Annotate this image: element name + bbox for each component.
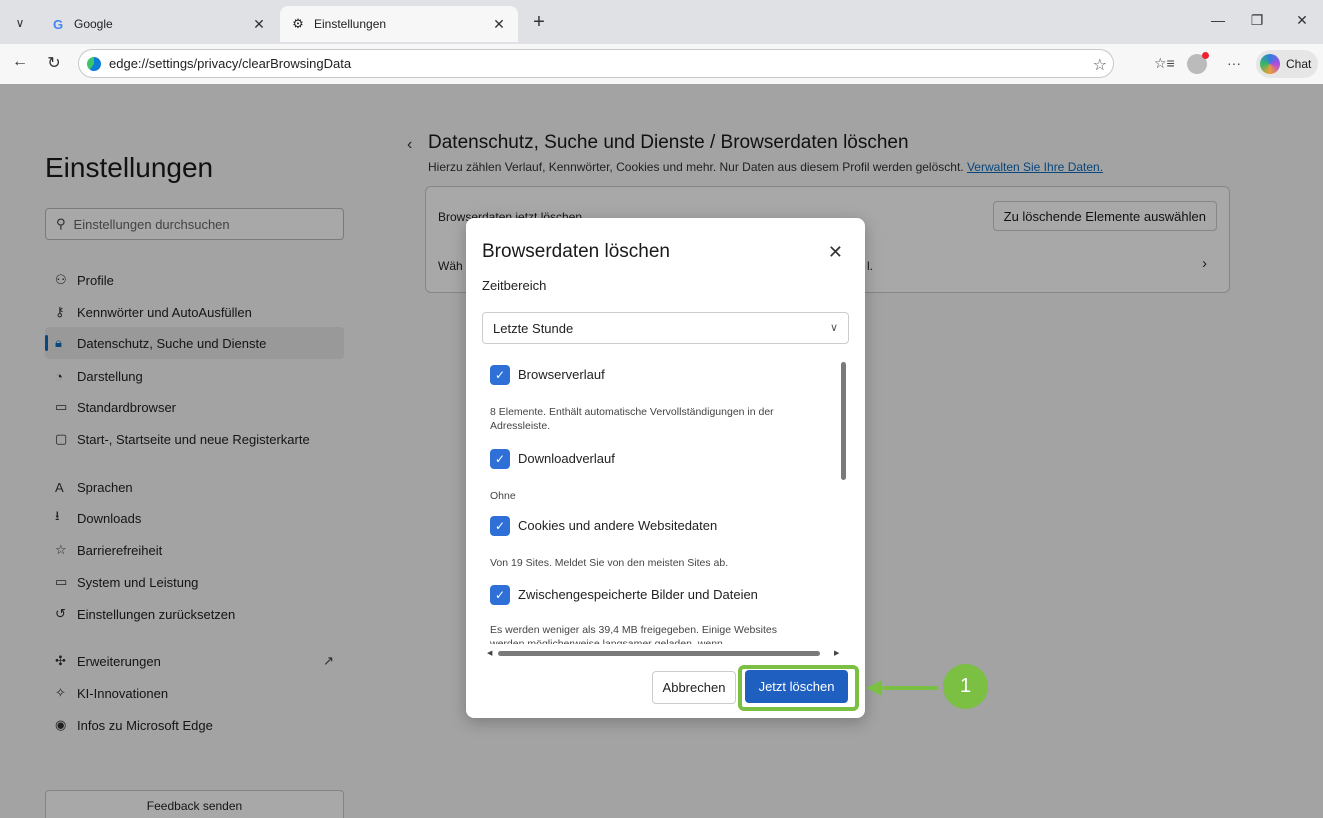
refresh-icon[interactable]: ↻ [43, 53, 65, 73]
option-label: Downloadverlauf [518, 451, 615, 466]
close-icon[interactable]: ✕ [828, 242, 843, 263]
close-tab-icon[interactable]: ✕ [490, 16, 508, 33]
favorite-star-icon[interactable]: ☆ [1093, 55, 1107, 75]
gear-icon: ⚙ [292, 16, 304, 31]
step-badge: 1 [943, 664, 988, 709]
tab-title: Google [74, 17, 113, 31]
time-range-select[interactable]: Letzte Stunde ∨ [482, 312, 849, 344]
checkbox-checked-icon[interactable]: ✓ [490, 516, 510, 536]
checkbox-checked-icon[interactable]: ✓ [490, 365, 510, 385]
vertical-scrollbar[interactable] [841, 362, 846, 480]
options-list[interactable]: ✓ Browserverlauf 8 Elemente. Enthält aut… [482, 356, 837, 644]
clear-now-button[interactable]: Jetzt löschen [745, 670, 848, 703]
copilot-icon [1260, 54, 1280, 74]
tab-actions-chevron-icon[interactable]: ∨ [8, 11, 32, 35]
more-icon[interactable]: ··· [1227, 55, 1241, 71]
google-icon: G [52, 16, 64, 32]
address-bar[interactable]: edge://settings/privacy/clearBrowsingDat… [78, 49, 1114, 78]
tab-title: Einstellungen [314, 17, 387, 31]
arrow-line [880, 686, 938, 690]
dialog-title: Browserdaten löschen [482, 241, 670, 262]
restore-icon[interactable]: ❐ [1245, 12, 1269, 29]
chevron-down-icon: ∨ [829, 322, 838, 334]
back-icon[interactable]: ← [9, 53, 31, 71]
option-description: Es werden weniger als 39,4 MB freigegebe… [490, 624, 777, 644]
cancel-button[interactable]: Abbrechen [652, 671, 736, 704]
close-tab-icon[interactable]: ✕ [250, 16, 268, 33]
chat-button[interactable]: Chat [1256, 50, 1318, 78]
chat-label: Chat [1286, 57, 1312, 71]
option-description: Von 19 Sites. Meldet Sie von den meisten… [490, 557, 729, 569]
time-range-label: Zeitbereich [482, 278, 547, 293]
avatar[interactable] [1187, 52, 1209, 74]
scroll-left-icon[interactable]: ◀ [487, 649, 492, 657]
tab-bar: ∨ G Google ✕ ⚙ Einstellungen ✕ + — ❐ ✕ [0, 0, 1323, 44]
minimize-icon[interactable]: — [1206, 12, 1230, 28]
tab-google[interactable]: G Google ✕ [40, 6, 278, 42]
option-description: Ohne [490, 490, 516, 502]
new-tab-icon[interactable]: + [528, 12, 550, 32]
browser-toolbar: ← ↻ edge://settings/privacy/clearBrowsin… [0, 44, 1323, 84]
tab-settings[interactable]: ⚙ Einstellungen ✕ [280, 6, 518, 42]
option-label: Zwischengespeicherte Bilder und Dateien [518, 587, 758, 602]
horizontal-scrollbar[interactable] [498, 651, 820, 656]
address-url: edge://settings/privacy/clearBrowsingDat… [109, 56, 352, 71]
favorites-icon[interactable]: ☆≡ [1154, 55, 1175, 72]
time-range-value: Letzte Stunde [493, 320, 574, 336]
option-description: 8 Elemente. Enthält automatische Vervoll… [490, 406, 774, 432]
option-label: Cookies und andere Websitedaten [518, 518, 718, 533]
clear-browsing-data-dialog: Browserdaten löschen ✕ Zeitbereich Letzt… [466, 218, 865, 718]
close-window-icon[interactable]: ✕ [1290, 12, 1314, 29]
scroll-right-icon[interactable]: ▶ [834, 649, 839, 657]
option-label: Browserverlauf [518, 367, 605, 382]
edge-icon [87, 56, 101, 71]
checkbox-checked-icon[interactable]: ✓ [490, 585, 510, 605]
checkbox-checked-icon[interactable]: ✓ [490, 449, 510, 469]
